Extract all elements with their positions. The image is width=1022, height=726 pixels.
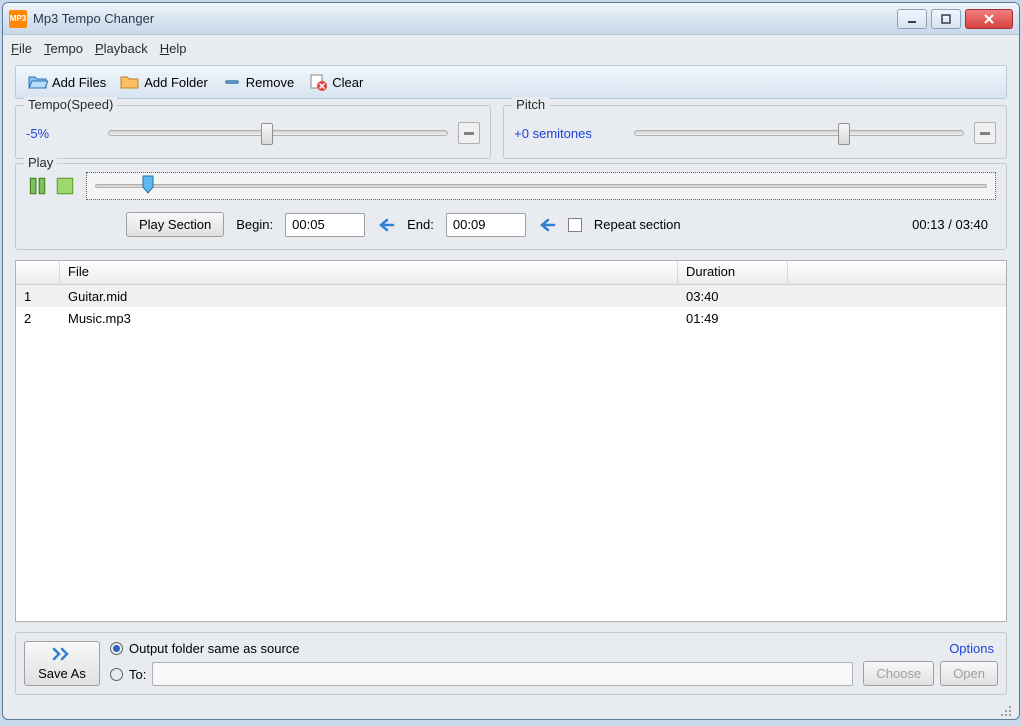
play-panel: Play Play Section	[15, 163, 1007, 250]
col-pad	[788, 261, 1006, 284]
tempo-legend: Tempo(Speed)	[24, 97, 117, 112]
toolbar-label: Add Files	[52, 75, 106, 90]
pitch-reset-button[interactable]	[974, 122, 996, 144]
end-input[interactable]	[446, 213, 526, 237]
resize-grip-icon[interactable]	[999, 704, 1013, 718]
row-file: Music.mp3	[60, 308, 678, 329]
save-as-button[interactable]: Save As	[24, 641, 100, 686]
titlebar[interactable]: MP3 Mp3 Tempo Changer	[3, 3, 1019, 35]
repeat-section-checkbox[interactable]	[568, 218, 582, 232]
pitch-slider[interactable]	[634, 130, 964, 136]
tempo-panel: Tempo(Speed) -5%	[15, 105, 491, 159]
menu-playback[interactable]: Playback	[95, 41, 148, 56]
col-number-header[interactable]	[16, 261, 60, 284]
file-list-header: File Duration	[16, 261, 1006, 285]
col-file-header[interactable]: File	[60, 261, 678, 284]
progress-marker[interactable]	[141, 175, 155, 195]
row-duration: 03:40	[678, 286, 788, 307]
output-bar: Save As Output folder same as source To:…	[15, 632, 1007, 695]
pitch-slider-thumb[interactable]	[838, 123, 850, 145]
minimize-button[interactable]	[897, 9, 927, 29]
maximize-button[interactable]	[931, 9, 961, 29]
tempo-slider-thumb[interactable]	[261, 123, 273, 145]
app-icon: MP3	[9, 10, 27, 28]
options-link[interactable]: Options	[949, 641, 998, 656]
statusbar	[3, 703, 1019, 719]
clear-button[interactable]: Clear	[304, 71, 367, 93]
menu-help[interactable]: Help	[160, 41, 187, 56]
close-button[interactable]	[965, 9, 1013, 29]
begin-label: Begin:	[236, 217, 273, 232]
table-row[interactable]: 2Music.mp301:49	[16, 307, 1006, 329]
add-files-button[interactable]: Add Files	[24, 71, 110, 93]
output-same-label: Output folder same as source	[129, 641, 300, 656]
play-legend: Play	[24, 155, 57, 170]
row-file: Guitar.mid	[60, 286, 678, 307]
choose-button[interactable]: Choose	[863, 661, 934, 686]
remove-button[interactable]: Remove	[218, 71, 298, 93]
play-section-button[interactable]: Play Section	[126, 212, 224, 237]
pitch-panel: Pitch +0 semitones	[503, 105, 1007, 159]
save-as-label: Save As	[38, 666, 86, 681]
tempo-value: -5%	[26, 126, 98, 141]
repeat-label: Repeat section	[594, 217, 681, 232]
tempo-reset-button[interactable]	[458, 122, 480, 144]
folder-open-icon	[28, 73, 48, 91]
app-window: MP3 Mp3 Tempo Changer File Tempo Playbac…	[2, 2, 1020, 720]
open-button[interactable]: Open	[940, 661, 998, 686]
row-number: 2	[16, 308, 60, 329]
menu-tempo[interactable]: Tempo	[44, 41, 83, 56]
table-row[interactable]: 1Guitar.mid03:40	[16, 285, 1006, 307]
output-same-radio[interactable]	[110, 642, 123, 655]
add-folder-button[interactable]: Add Folder	[116, 71, 212, 93]
output-path-input[interactable]	[152, 662, 853, 686]
playback-progress[interactable]	[86, 172, 996, 200]
time-display: 00:13 / 03:40	[912, 217, 996, 232]
stop-button[interactable]	[54, 175, 76, 197]
minus-icon	[222, 73, 242, 91]
pitch-legend: Pitch	[512, 97, 549, 112]
output-to-label: To:	[129, 667, 146, 682]
output-to-radio[interactable]	[110, 668, 123, 681]
col-duration-header[interactable]: Duration	[678, 261, 788, 284]
toolbar: Add Files Add Folder Remove Clear	[15, 65, 1007, 99]
clear-icon	[308, 73, 328, 91]
begin-input[interactable]	[285, 213, 365, 237]
menubar: File Tempo Playback Help	[3, 35, 1019, 61]
file-list[interactable]: File Duration 1Guitar.mid03:402Music.mp3…	[15, 260, 1007, 622]
end-set-arrow-icon[interactable]	[538, 218, 556, 232]
toolbar-label: Add Folder	[144, 75, 208, 90]
folder-icon	[120, 73, 140, 91]
chevrons-right-icon	[52, 647, 72, 664]
begin-set-arrow-icon[interactable]	[377, 218, 395, 232]
end-label: End:	[407, 217, 434, 232]
menu-file[interactable]: File	[11, 41, 32, 56]
toolbar-label: Remove	[246, 75, 294, 90]
row-duration: 01:49	[678, 308, 788, 329]
pause-button[interactable]	[26, 175, 48, 197]
row-number: 1	[16, 286, 60, 307]
tempo-slider[interactable]	[108, 130, 448, 136]
toolbar-label: Clear	[332, 75, 363, 90]
window-title: Mp3 Tempo Changer	[33, 11, 897, 26]
pitch-value: +0 semitones	[514, 126, 624, 141]
